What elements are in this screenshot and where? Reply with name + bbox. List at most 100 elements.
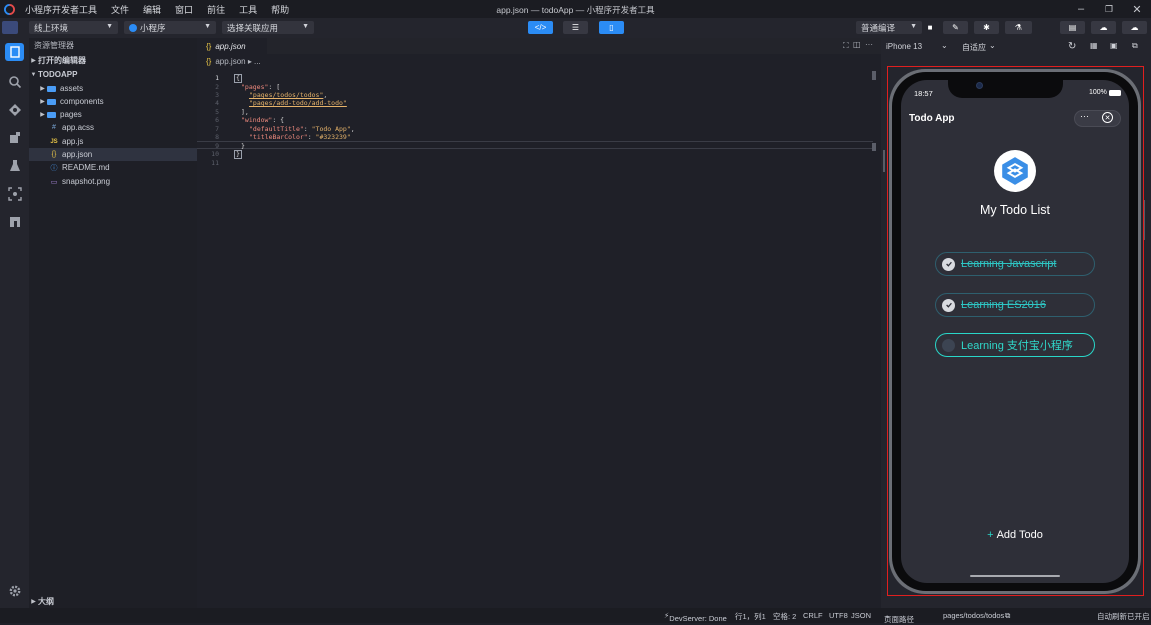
copy-icon[interactable]: ⧉ [1005, 611, 1010, 621]
source-control-icon[interactable] [0, 98, 29, 122]
chevron-down-icon: ⌄ [941, 41, 948, 50]
tree-file-app-js[interactable]: JS app.js [29, 135, 197, 148]
battery-icon [1109, 90, 1121, 96]
todo-item[interactable]: Learning 支付宝小程序 [935, 333, 1095, 357]
code-line-7: "defaultTitle": "Todo App", [249, 125, 355, 133]
line-ending[interactable]: CRLF [803, 611, 823, 620]
flask-icon[interactable] [0, 154, 29, 178]
outline-label: 大纲 [38, 597, 54, 606]
menu-help[interactable]: 帮助 [264, 3, 296, 16]
tree-file-app-acss[interactable]: # app.acss [29, 121, 197, 134]
restore-icon[interactable]: ❐ [1094, 0, 1124, 18]
todo-item[interactable]: Learning ES2016 [935, 293, 1095, 317]
tree-file-app-json[interactable]: {} app.json [29, 148, 197, 161]
code-line-9: } [241, 142, 245, 150]
close-miniprogram-icon[interactable]: ✕ [1102, 112, 1113, 123]
layout-icon[interactable] [0, 210, 29, 234]
todo-text: Learning ES2016 [961, 299, 1047, 311]
windows-icon[interactable]: ⧉ [1132, 41, 1138, 51]
info-file-icon: ⓘ [50, 164, 58, 172]
code-line-3: "pages/todos/todos", [249, 91, 328, 99]
related-app-label: 选择关联应用 [227, 22, 279, 33]
devserver-status[interactable]: ⚡ DevServer: Done [664, 611, 727, 623]
json-string: "pages/todos/todos" [249, 91, 324, 99]
preview-button[interactable]: ▤ [1060, 21, 1085, 34]
search-icon[interactable] [0, 70, 29, 94]
scan-icon[interactable] [0, 182, 29, 206]
file-label: README.md [62, 163, 110, 172]
compile-mode-select[interactable]: 普通编译 ▼ [856, 21, 922, 34]
fit-select[interactable]: 自适应 [962, 42, 986, 53]
tree-file-snapshot[interactable]: ▭ snapshot.png [29, 175, 197, 188]
breadcrumb[interactable]: {} app.json ▸ ... [197, 54, 881, 68]
debug-button[interactable]: ✱ [974, 21, 999, 34]
tree-file-readme[interactable]: ⓘ README.md [29, 161, 197, 174]
tools-icon[interactable]: ▣ [1110, 41, 1118, 50]
tree-folder-assets[interactable]: ▶ assets [29, 82, 197, 95]
menu-go[interactable]: 前往 [200, 3, 232, 16]
check-icon[interactable] [942, 298, 955, 312]
code-line-2: "pages": [ [241, 83, 281, 91]
tab-app-json[interactable]: {} app.json [197, 38, 267, 54]
line-number: 1 [215, 74, 219, 82]
split-icon[interactable]: ◫ [853, 40, 861, 49]
status-bar: ⚡ DevServer: Done 行1，列1 空格: 2 CRLF UTF8 J… [0, 608, 1151, 624]
scrollbar-thumb[interactable] [872, 71, 876, 80]
simulator-header: ⛶ ◫ ··· iPhone 13 ⌄ 自适应 ⌄ ↻ ▦ ▣ ⧉ [843, 38, 1151, 54]
todo-item[interactable]: Learning Javascript [935, 252, 1095, 276]
project-root[interactable]: ▼ TODOAPP [29, 68, 197, 81]
cursor-position[interactable]: 行1，列1 [735, 611, 766, 622]
menu-tools[interactable]: 工具 [232, 3, 264, 16]
clean-button[interactable]: ⚗ [1005, 21, 1032, 34]
minimize-icon[interactable]: – [1066, 0, 1096, 18]
line-number: 5 [215, 108, 219, 116]
menu-window[interactable]: 窗口 [168, 3, 200, 16]
code-view-button[interactable]: </> [528, 21, 553, 34]
indentation[interactable]: 空格: 2 [773, 611, 796, 622]
outline-section[interactable]: ▶ 大纲 [29, 595, 197, 608]
env-select[interactable]: 线上环境 ▼ [29, 21, 118, 34]
tree-folder-pages[interactable]: ▶ pages [29, 108, 197, 121]
related-app-select[interactable]: 选择关联应用 ▼ [222, 21, 314, 34]
grid-icon[interactable]: ▦ [1090, 41, 1098, 50]
language-mode[interactable]: JSON [851, 611, 871, 620]
menu-file[interactable]: 文件 [104, 3, 136, 16]
folder-label: components [60, 97, 104, 106]
chevron-right-icon: ▶ [31, 58, 36, 64]
upload-button[interactable]: ☁ [1091, 21, 1116, 34]
extensions-icon[interactable] [0, 126, 29, 150]
json-key: "window" [241, 116, 273, 124]
refresh-icon[interactable]: ↻ [1068, 41, 1076, 52]
check-icon[interactable] [942, 257, 955, 271]
current-line-highlight [197, 141, 873, 149]
tree-folder-components[interactable]: ▶ components [29, 95, 197, 108]
project-type-select[interactable]: 小程序 ▼ [124, 21, 216, 34]
page-path[interactable]: pages/todos/todos [943, 611, 1004, 620]
project-avatar[interactable] [2, 21, 18, 34]
chevron-down-icon: ▼ [30, 71, 37, 78]
home-indicator [970, 575, 1060, 577]
settings-gear-icon[interactable] [0, 579, 29, 603]
explorer-icon[interactable] [5, 43, 24, 61]
more-icon[interactable]: ··· [865, 40, 873, 49]
stop-icon[interactable]: ■ [923, 21, 937, 34]
image-file-icon: ▭ [50, 178, 58, 186]
more-menu-button[interactable]: ··· [1080, 111, 1089, 121]
code-editor[interactable]: 1 2 3 4 5 6 7 8 9 10 11 { "pages": [ "pa… [197, 68, 881, 608]
code-line-8: "titleBarColor": "#323239" [249, 133, 351, 141]
add-todo-button[interactable]: + Add Todo [901, 529, 1129, 541]
fullscreen-icon[interactable]: ⛶ [843, 41, 849, 51]
close-icon[interactable]: ✕ [1122, 0, 1151, 18]
open-editors-section[interactable]: ▶ 打开的编辑器 [29, 54, 197, 67]
unchecked-icon[interactable] [942, 338, 955, 352]
cloud-button[interactable]: ☁ [1122, 21, 1147, 34]
settings-sliders-button[interactable]: ☰ [563, 21, 588, 34]
encoding[interactable]: UTF8 [829, 611, 848, 620]
compile-button[interactable]: ✎ [943, 21, 968, 34]
menu-edit[interactable]: 编辑 [136, 3, 168, 16]
auto-refresh-status[interactable]: 自动刷新已开启 [1097, 611, 1150, 622]
folder-icon [47, 111, 56, 118]
device-select[interactable]: iPhone 13 [886, 42, 922, 51]
simulator-toggle-button[interactable]: ▯ [599, 21, 624, 34]
code-line-10: } [234, 150, 242, 159]
